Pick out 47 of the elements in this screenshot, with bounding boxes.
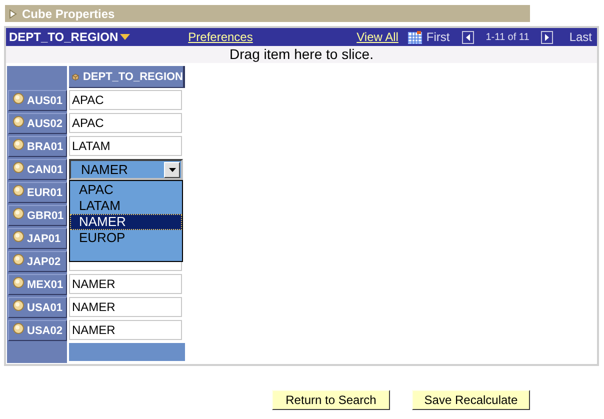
- caret-icon: [120, 34, 130, 40]
- member-icon: [13, 322, 24, 334]
- member-icon: [13, 184, 24, 196]
- row-header[interactable]: JAP01: [8, 228, 67, 249]
- dropdown-option[interactable]: EUROP: [70, 230, 182, 246]
- row-header[interactable]: AUS02: [8, 113, 67, 134]
- row-header[interactable]: AUS01: [8, 90, 67, 111]
- member-icon: [13, 138, 24, 150]
- member-icon: [13, 300, 24, 310]
- row-header[interactable]: USA01: [8, 297, 67, 318]
- value-field[interactable]: LATAM: [69, 136, 182, 156]
- value-field[interactable]: APAC: [69, 90, 182, 110]
- row-header[interactable]: CAN01: [8, 159, 67, 180]
- member-icon: [13, 208, 24, 218]
- slice-hint: Drag item here to slice.: [230, 46, 374, 62]
- member-icon: [13, 276, 24, 288]
- grid-icon[interactable]: [408, 30, 422, 44]
- first-label: First: [426, 30, 450, 44]
- last-label: Last: [569, 30, 592, 44]
- action-button[interactable]: Save Recalculate: [412, 390, 530, 410]
- row-header[interactable]: EUR01: [8, 182, 67, 203]
- row-header[interactable]: JAP02: [8, 251, 67, 272]
- previous-icon[interactable]: [462, 30, 474, 44]
- value-field[interactable]: NAMER: [69, 320, 182, 340]
- region-select[interactable]: NAMER: [69, 159, 183, 180]
- value-field[interactable]: APAC: [69, 113, 182, 133]
- member-icon: [13, 116, 24, 126]
- value-field[interactable]: NAMER: [69, 274, 182, 294]
- member-icon: [13, 254, 24, 264]
- member-icon: [13, 162, 24, 172]
- row-header[interactable]: MEX01: [8, 274, 67, 295]
- column-header[interactable]: DEPT_TO_REGION: [69, 66, 185, 88]
- dropdown-option[interactable]: NAMER: [70, 214, 182, 230]
- page-range: 1-11 of 11: [486, 32, 530, 42]
- next-icon[interactable]: [541, 30, 554, 44]
- row-header[interactable]: GBR01: [8, 205, 67, 226]
- member-icon: [13, 230, 24, 242]
- member-icon: [13, 92, 24, 104]
- view-all-link[interactable]: View All: [356, 30, 398, 44]
- dimension-menu[interactable]: DEPT_TO_REGION: [9, 30, 130, 44]
- row-header[interactable]: USA02: [8, 320, 67, 341]
- value-field[interactable]: NAMER: [69, 297, 182, 317]
- action-button[interactable]: Return to Search: [272, 390, 390, 410]
- preferences-link[interactable]: Preferences: [188, 30, 253, 44]
- dropdown-option[interactable]: LATAM: [70, 198, 182, 214]
- row-header[interactable]: BRA01: [8, 136, 67, 157]
- dropdown-option[interactable]: APAC: [70, 182, 182, 198]
